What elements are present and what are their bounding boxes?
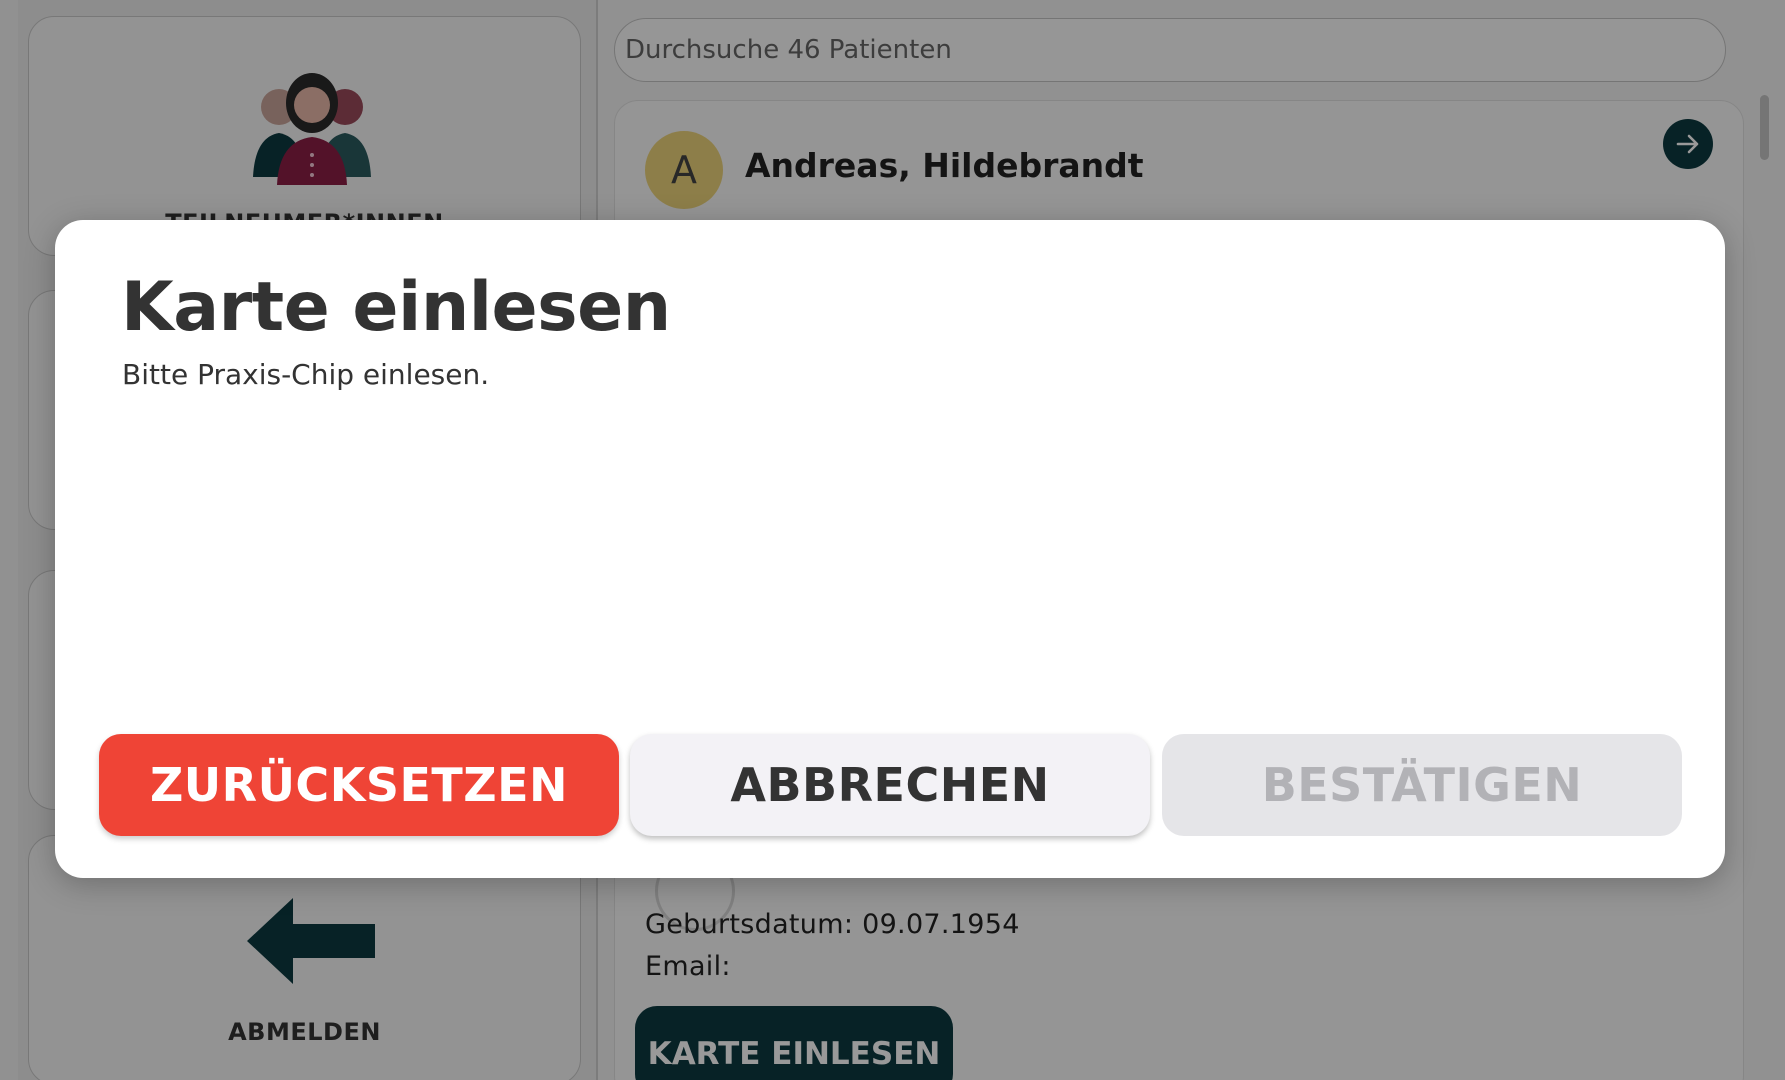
- dialog-message: Bitte Praxis-Chip einlesen.: [122, 358, 490, 391]
- dialog-title: Karte einlesen: [121, 268, 671, 347]
- cancel-button[interactable]: ABBRECHEN: [630, 734, 1150, 836]
- confirm-button[interactable]: BESTÄTIGEN: [1162, 734, 1682, 836]
- reset-button[interactable]: ZURÜCKSETZEN: [99, 734, 619, 836]
- read-card-dialog: Karte einlesen Bitte Praxis-Chip einlese…: [55, 220, 1725, 878]
